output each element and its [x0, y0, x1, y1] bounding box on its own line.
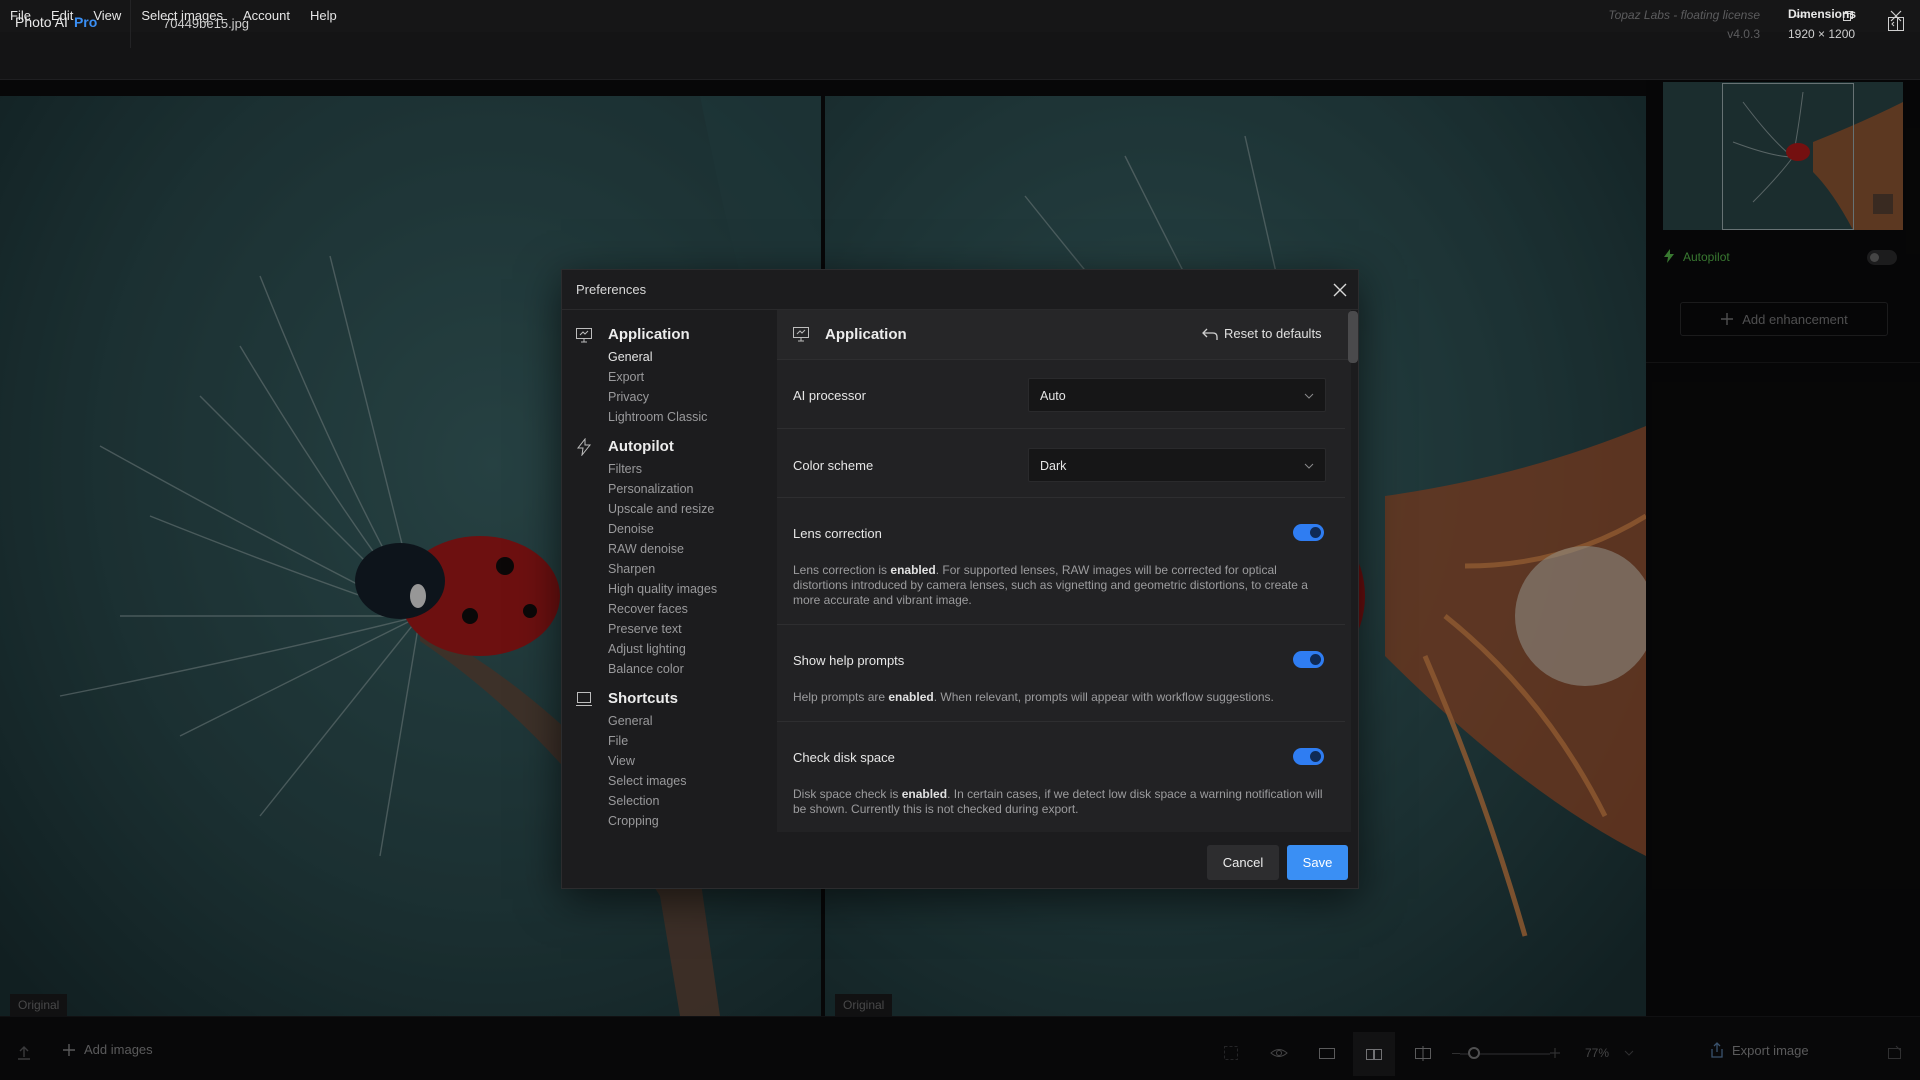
nav-heading-autopilot[interactable]: Autopilot — [608, 438, 674, 455]
nav-item-shortcuts-view[interactable]: View — [608, 754, 635, 768]
nav-item-privacy[interactable]: Privacy — [608, 390, 649, 404]
file-name: 70449be15.jpg — [163, 16, 250, 31]
desc-text: Help prompts are — [793, 690, 889, 704]
desc-status: enabled — [901, 787, 948, 801]
help-prompts-label: Show help prompts — [793, 653, 905, 668]
version-text: v4.0.3 — [1727, 27, 1760, 41]
help-prompts-toggle[interactable] — [1293, 651, 1324, 668]
ai-processor-label: AI processor — [793, 388, 866, 403]
row-divider — [777, 497, 1345, 498]
content-title: Application — [825, 326, 907, 343]
color-scheme-value: Dark — [1040, 459, 1067, 473]
dialog-close-button[interactable] — [1330, 280, 1350, 300]
row-divider — [777, 624, 1345, 625]
nav-item-adjust-lighting[interactable]: Adjust lighting — [608, 642, 686, 656]
nav-item-recover-faces[interactable]: Recover faces — [608, 602, 688, 616]
nav-item-balance-color[interactable]: Balance color — [608, 662, 684, 676]
monitor-icon — [576, 328, 592, 343]
app-header — [0, 32, 1920, 80]
lens-correction-description: Lens correction is enabled. For supporte… — [793, 563, 1333, 608]
nav-item-shortcuts-cropping[interactable]: Cropping — [608, 814, 659, 828]
desc-status: enabled — [890, 563, 936, 577]
check-disk-space-toggle[interactable] — [1293, 748, 1324, 765]
keyboard-icon — [576, 692, 592, 706]
dialog-title: Preferences — [576, 282, 647, 297]
help-prompts-description: Help prompts are enabled. When relevant,… — [793, 690, 1333, 705]
nav-heading-shortcuts[interactable]: Shortcuts — [608, 690, 678, 707]
nav-item-shortcuts-selection[interactable]: Selection — [608, 794, 659, 808]
dimensions-value: 1920 × 1200 — [1788, 27, 1856, 41]
nav-item-shortcuts-select-images[interactable]: Select images — [608, 774, 687, 788]
lens-correction-label: Lens correction — [793, 526, 882, 541]
app-brand: Photo AI Pro — [15, 14, 97, 30]
cancel-button[interactable]: Cancel — [1207, 845, 1279, 880]
bolt-icon — [576, 438, 592, 456]
app-tier-badge: Pro — [73, 14, 98, 30]
panel-toggle-icon — [1888, 17, 1904, 31]
nav-item-sharpen[interactable]: Sharpen — [608, 562, 655, 576]
nav-item-filters[interactable]: Filters — [608, 462, 642, 476]
monitor-icon — [793, 327, 809, 342]
menu-help[interactable]: Help — [300, 0, 347, 32]
nav-item-export[interactable]: Export — [608, 370, 644, 384]
nav-item-denoise[interactable]: Denoise — [608, 522, 654, 536]
row-divider — [777, 428, 1345, 429]
check-disk-space-label: Check disk space — [793, 750, 895, 765]
license-text: Topaz Labs - floating license — [1608, 8, 1760, 22]
panel-toggle-button[interactable] — [1886, 14, 1906, 34]
color-scheme-select[interactable]: Dark — [1028, 448, 1326, 482]
close-icon — [1333, 283, 1347, 297]
app-name: Photo AI — [15, 14, 68, 30]
dimensions-label: Dimensions — [1788, 7, 1857, 21]
reset-to-defaults-button[interactable]: Reset to defaults — [1202, 326, 1322, 341]
nav-item-upscale-resize[interactable]: Upscale and resize — [608, 502, 714, 516]
row-divider — [777, 721, 1345, 722]
color-scheme-label: Color scheme — [793, 458, 874, 473]
undo-icon — [1202, 328, 1218, 340]
nav-item-personalization[interactable]: Personalization — [608, 482, 693, 496]
nav-item-lightroom-classic[interactable]: Lightroom Classic — [608, 410, 707, 424]
check-disk-space-description: Disk space check is enabled. In certain … — [793, 787, 1333, 817]
ai-processor-select[interactable]: Auto — [1028, 378, 1326, 412]
nav-item-shortcuts-file[interactable]: File — [608, 734, 628, 748]
nav-item-shortcuts-general[interactable]: General — [608, 714, 652, 728]
nav-item-raw-denoise[interactable]: RAW denoise — [608, 542, 684, 556]
desc-text: Lens correction is — [793, 563, 891, 577]
ai-processor-value: Auto — [1040, 389, 1066, 403]
nav-item-general[interactable]: General — [608, 350, 652, 364]
preferences-nav — [562, 310, 776, 832]
nav-item-high-quality-images[interactable]: High quality images — [608, 582, 717, 596]
desc-text: Disk space check is — [793, 787, 902, 801]
content-scrollbar[interactable] — [1348, 311, 1358, 363]
lens-correction-toggle[interactable] — [1293, 524, 1324, 541]
desc-text: . When relevant, prompts will appear wit… — [933, 690, 1274, 704]
reset-label: Reset to defaults — [1224, 326, 1322, 341]
save-button[interactable]: Save — [1287, 845, 1348, 880]
nav-item-preserve-text[interactable]: Preserve text — [608, 622, 682, 636]
chevron-down-icon — [1304, 463, 1314, 469]
header-divider — [130, 0, 131, 48]
nav-heading-application[interactable]: Application — [608, 326, 690, 343]
chevron-down-icon — [1304, 393, 1314, 399]
desc-status: enabled — [888, 690, 934, 704]
